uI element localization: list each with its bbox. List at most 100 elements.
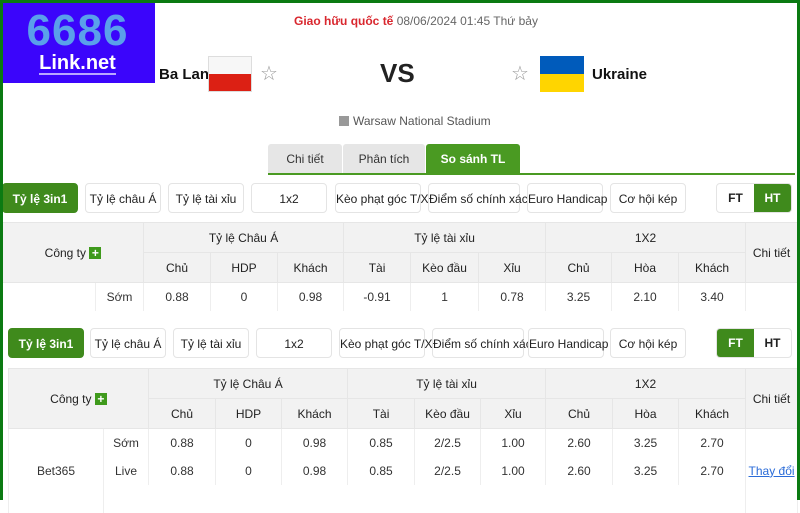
- odds-cell: 3.25: [612, 428, 680, 457]
- odds-tab-correct-score[interactable]: Điểm số chính xác: [428, 183, 528, 213]
- plus-icon[interactable]: +: [89, 246, 102, 259]
- change-link[interactable]: Thay đổi: [749, 464, 795, 478]
- col-header: Hòa: [612, 398, 680, 429]
- ft-button[interactable]: FT: [717, 329, 754, 357]
- odds-tab-3in1[interactable]: Tỷ lệ 3in1: [8, 328, 84, 358]
- odds-tab-over-under[interactable]: Tỷ lệ tài xỉu: [168, 183, 244, 213]
- odds-cell: 1: [410, 282, 480, 311]
- odds-cell: 0.85: [347, 456, 416, 485]
- odds-tab-over-under[interactable]: Tỷ lệ tài xỉu: [173, 328, 249, 358]
- empty-cell: [102, 484, 747, 513]
- asian-header: Tỷ lệ Châu Á: [148, 368, 349, 399]
- odds-tab-corners[interactable]: Kèo phạt góc T/X: [339, 328, 433, 358]
- odds-cell: 0: [215, 428, 283, 457]
- type-cell: Sớm: [102, 428, 150, 457]
- stadium-icon: [339, 116, 349, 126]
- period-toggle: FT HT: [716, 183, 792, 213]
- odds-cell: 0.88: [148, 428, 217, 457]
- col-header: Kèo đầu: [414, 398, 482, 429]
- col-header: HDP: [215, 398, 283, 429]
- tab-phan-tich[interactable]: Phân tích: [343, 144, 425, 174]
- odds-tab-euro-handicap[interactable]: Euro Handicap: [527, 183, 607, 213]
- odds-cell: 2.70: [678, 456, 747, 485]
- odds-tab-1x2[interactable]: 1x2: [251, 183, 327, 213]
- site-logo[interactable]: 6686 Link.net: [0, 0, 155, 83]
- ht-button[interactable]: HT: [754, 329, 791, 357]
- col-header: Tài: [343, 252, 412, 283]
- odds-tab-double-chance[interactable]: Cơ hội kép: [610, 183, 686, 213]
- odds-cell: 1.00: [480, 456, 547, 485]
- 1x2-header: 1X2: [545, 222, 747, 253]
- 1x2-header: 1X2: [545, 368, 747, 399]
- odds-tab-double-chance[interactable]: Cơ hội kép: [610, 328, 686, 358]
- tab-so-sanh-tl[interactable]: So sánh TL: [426, 144, 520, 174]
- company-cell: [2, 282, 96, 311]
- ft-button[interactable]: FT: [717, 184, 754, 212]
- venue-name: Warsaw National Stadium: [353, 114, 491, 128]
- company-header: Công ty +: [7, 368, 150, 429]
- table-row: Sớm 0.88 0 0.98 -0.91 1 0.78 3.25 2.10 3.40: [2, 282, 799, 311]
- tab-underline: [268, 173, 795, 175]
- odds-cell: 0.88: [143, 282, 212, 311]
- odds-cell: 2.10: [611, 282, 680, 311]
- logo-number: 6686: [26, 5, 129, 55]
- odds-cell: 0.88: [148, 456, 217, 485]
- odds-table-ft: Công ty + Tỷ lệ Châu Á Tỷ lệ tài xỉu 1X2…: [7, 368, 799, 513]
- odds-tab-asian[interactable]: Tỷ lệ châu Á: [85, 183, 161, 213]
- company-header: Công ty +: [1, 222, 145, 283]
- col-header: Hòa: [611, 252, 680, 283]
- odds-tab-asian[interactable]: Tỷ lệ châu Á: [90, 328, 166, 358]
- col-header: Xỉu: [480, 398, 547, 429]
- ou-header: Tỷ lệ tài xỉu: [347, 368, 547, 399]
- table-row: Bet365 Sớm 0.88 0 0.98 0.85 2/2.5 1.00 2.60 3.2…: [8, 428, 799, 513]
- odds-cell: 2/2.5: [414, 456, 482, 485]
- odds-tab-corners[interactable]: Kèo phạt góc T/X: [335, 183, 429, 213]
- table-row: Live 0.88 0 0.98 0.85 2/2.5 1.00 2.60 3.25 2.70: [9, 456, 798, 485]
- odds-tab-correct-score[interactable]: Điểm số chính xác: [432, 328, 532, 358]
- odds-cell: 2.60: [545, 428, 614, 457]
- detail-header: Chi tiết: [745, 222, 799, 283]
- odds-tab-euro-handicap[interactable]: Euro Handicap: [528, 328, 608, 358]
- odds-cell: 2.70: [678, 428, 747, 457]
- col-header: Chủ: [148, 398, 217, 429]
- odds-cell: 0.98: [281, 428, 349, 457]
- odds-tab-3in1[interactable]: Tỷ lệ 3in1: [2, 183, 78, 213]
- asian-header: Tỷ lệ Châu Á: [143, 222, 345, 253]
- star-icon[interactable]: ☆: [260, 61, 278, 86]
- match-info: Giao hữu quốc tế 08/06/2024 01:45 Thứ bả…: [294, 14, 538, 28]
- venue: Warsaw National Stadium: [339, 114, 491, 128]
- col-header: Khách: [281, 398, 349, 429]
- col-header: Chủ: [545, 398, 614, 429]
- odds-cell: 0.85: [347, 428, 416, 457]
- ou-header: Tỷ lệ tài xỉu: [343, 222, 547, 253]
- detail-header: Chi tiết: [745, 368, 799, 429]
- odds-cell: 1.00: [480, 428, 547, 457]
- type-cell: Live: [102, 456, 150, 485]
- odds-table-ht: Công ty + Tỷ lệ Châu Á Tỷ lệ tài xỉu 1X2…: [1, 222, 799, 311]
- odds-cell: 0.78: [478, 282, 547, 311]
- col-header: Chủ: [143, 252, 212, 283]
- odds-cell: 2.60: [545, 456, 614, 485]
- odds-cell: 0: [210, 282, 279, 311]
- star-icon[interactable]: ☆: [511, 61, 529, 86]
- ht-button[interactable]: HT: [754, 184, 791, 212]
- odds-tab-1x2[interactable]: 1x2: [256, 328, 332, 358]
- type-cell: Sớm: [94, 282, 145, 311]
- col-header: Chủ: [545, 252, 613, 283]
- odds-cell: -0.91: [343, 282, 412, 311]
- col-header: Kèo đầu: [410, 252, 480, 283]
- plus-icon[interactable]: +: [94, 392, 107, 405]
- company-label: Công ty: [50, 391, 92, 406]
- odds-cell: 0: [215, 456, 283, 485]
- odds-cell: 0.98: [277, 282, 345, 311]
- col-header: Xỉu: [478, 252, 547, 283]
- tab-chi-tiet[interactable]: Chi tiết: [268, 144, 342, 174]
- odds-cell: 3.40: [678, 282, 747, 311]
- away-team-name: Ukraine: [592, 66, 648, 83]
- col-header: Khách: [277, 252, 345, 283]
- home-team-name: Ba Lan: [159, 66, 210, 83]
- period-toggle: FT HT: [716, 328, 792, 358]
- col-header: Khách: [678, 252, 747, 283]
- company-label: Công ty: [44, 245, 87, 260]
- odds-cell: 3.25: [612, 456, 680, 485]
